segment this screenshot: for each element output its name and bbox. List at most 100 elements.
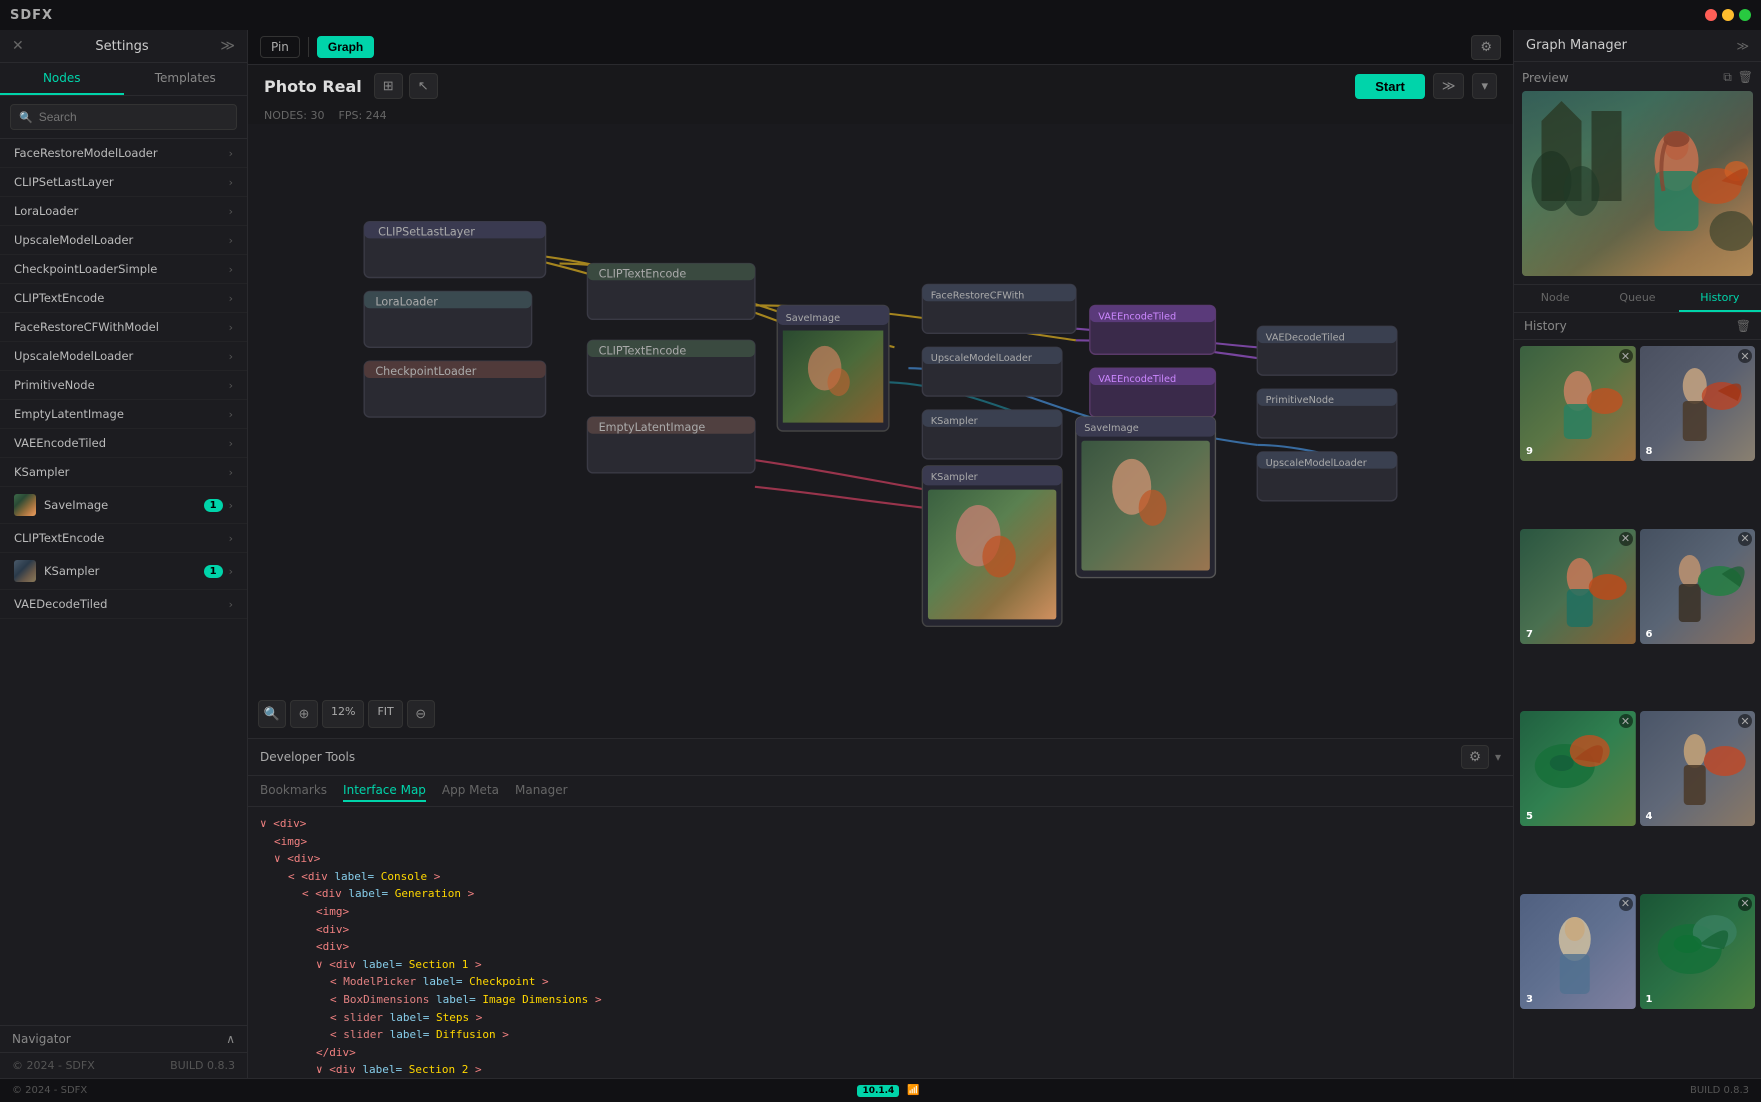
tab-bookmarks[interactable]: Bookmarks: [260, 780, 327, 802]
history-item-close-icon[interactable]: ✕: [1738, 714, 1752, 728]
tab-queue[interactable]: Queue: [1596, 285, 1678, 312]
zoom-in-button[interactable]: ⊕: [290, 700, 318, 728]
settings-icon-btn[interactable]: ⚙: [1471, 35, 1501, 60]
list-item[interactable]: CheckpointLoaderSimple ›: [0, 255, 247, 284]
chevron-right-icon: ›: [229, 532, 233, 545]
list-item[interactable]: VAEEncodeTiled ›: [0, 429, 247, 458]
history-item[interactable]: 8 ✕: [1640, 346, 1756, 461]
list-item[interactable]: VAEDecodeTiled ›: [0, 590, 247, 619]
developer-tools: Developer Tools ⚙ ▾ Bookmarks Interface …: [248, 738, 1513, 1078]
list-item[interactable]: KSampler ›: [0, 458, 247, 487]
navigator-section: Navigator ∧: [0, 1025, 247, 1052]
canvas-container[interactable]: CLIPSetLastLayer LoraLoader CheckpointLo…: [248, 124, 1513, 738]
list-item-ksampler[interactable]: KSampler 1 ›: [0, 553, 247, 590]
sidebar-title: Settings: [95, 39, 148, 54]
version-text: BUILD 0.8.3: [170, 1059, 235, 1072]
history-item[interactable]: 3 ✕: [1520, 894, 1636, 1009]
expand-button[interactable]: ▾: [1472, 73, 1497, 99]
list-item[interactable]: CLIPTextEncode ›: [0, 284, 247, 313]
preview-label: Preview ⧉ 🗑: [1522, 70, 1753, 85]
app-logo: SDFX: [10, 8, 53, 23]
toolbar-separator: [308, 37, 309, 57]
tab-interface-map[interactable]: Interface Map: [343, 780, 426, 802]
history-item-close-icon[interactable]: ✕: [1738, 532, 1752, 546]
history-item[interactable]: 7 ✕: [1520, 529, 1636, 644]
tab-nodes[interactable]: Nodes: [0, 63, 124, 95]
chevron-right-icon: ›: [229, 321, 233, 334]
wifi-icon: 📶: [907, 1085, 919, 1096]
svg-text:CLIPTextEncode: CLIPTextEncode: [599, 344, 687, 357]
list-item-saveimage[interactable]: SaveImage 1 ›: [0, 487, 247, 524]
center-area: Pin Graph ⚙ Photo Real ⊞ ↖ Start ≫ ▾: [248, 30, 1513, 1078]
list-item[interactable]: FaceRestoreModelLoader ›: [0, 139, 247, 168]
navigator-collapse-icon[interactable]: ∧: [226, 1032, 235, 1046]
search-icon: 🔍: [19, 111, 33, 124]
fit-view-button[interactable]: ⊞: [374, 73, 403, 99]
top-bar: SDFX: [0, 0, 1761, 30]
chevron-right-icon: ›: [229, 408, 233, 421]
history-item-close-icon[interactable]: ✕: [1619, 349, 1633, 363]
graph-tab[interactable]: Graph: [317, 36, 374, 58]
search-graph-button[interactable]: 🔍: [258, 700, 286, 728]
devtools-tabs: Bookmarks Interface Map App Meta Manager: [248, 776, 1513, 807]
devtools-collapse-icon[interactable]: ▾: [1495, 750, 1501, 764]
history-item[interactable]: 5 ✕: [1520, 711, 1636, 826]
list-item[interactable]: UpscaleModelLoader ›: [0, 226, 247, 255]
chevron-right-icon: ›: [229, 147, 233, 160]
traffic-light-yellow[interactable]: [1722, 9, 1734, 21]
bottom-bar: © 2024 - SDFX 10.1.4 📶 BUILD 0.8.3: [0, 1078, 1761, 1102]
tab-templates[interactable]: Templates: [124, 63, 248, 95]
copyright-footer: © 2024 - SDFX: [12, 1085, 87, 1096]
list-item[interactable]: UpscaleModelLoader ›: [0, 342, 247, 371]
chevron-right-icon: ›: [229, 350, 233, 363]
history-item-close-icon[interactable]: ✕: [1738, 349, 1752, 363]
preview-trash-icon[interactable]: 🗑: [1738, 70, 1753, 85]
history-item-close-icon[interactable]: ✕: [1619, 532, 1633, 546]
tab-manager[interactable]: Manager: [515, 780, 568, 802]
svg-text:KSampler: KSampler: [931, 416, 979, 427]
cursor-button[interactable]: ↖: [409, 73, 438, 99]
svg-text:PrimitiveNode: PrimitiveNode: [1266, 395, 1334, 406]
list-item[interactable]: LoraLoader ›: [0, 197, 247, 226]
forward-button[interactable]: ≫: [1433, 73, 1465, 99]
svg-text:CLIPSetLastLayer: CLIPSetLastLayer: [378, 226, 475, 239]
list-item[interactable]: CLIPSetLastLayer ›: [0, 168, 247, 197]
search-input[interactable]: [39, 110, 228, 124]
tab-history[interactable]: History: [1679, 285, 1761, 312]
svg-text:KSampler: KSampler: [931, 472, 979, 483]
traffic-light-green[interactable]: [1739, 9, 1751, 21]
list-item[interactable]: EmptyLatentImage ›: [0, 400, 247, 429]
list-item[interactable]: PrimitiveNode ›: [0, 371, 247, 400]
list-item[interactable]: FaceRestoreCFWithModel ›: [0, 313, 247, 342]
history-item[interactable]: 6 ✕: [1640, 529, 1756, 644]
build-version: BUILD 0.8.3: [1690, 1085, 1749, 1096]
devtools-settings-button[interactable]: ⚙: [1461, 745, 1489, 769]
pin-tab[interactable]: Pin: [260, 36, 300, 58]
traffic-light-red[interactable]: [1705, 9, 1717, 21]
history-item[interactable]: 1 ✕: [1640, 894, 1756, 1009]
history-item[interactable]: 9 ✕: [1520, 346, 1636, 461]
chevron-right-icon: ›: [229, 205, 233, 218]
list-item[interactable]: CLIPTextEncode ›: [0, 524, 247, 553]
history-item-close-icon[interactable]: ✕: [1619, 897, 1633, 911]
graph-area: Photo Real ⊞ ↖ Start ≫ ▾ NODES: 30 FPS: …: [248, 65, 1513, 1078]
zoom-out-button[interactable]: ⊖: [407, 700, 435, 728]
tab-app-meta[interactable]: App Meta: [442, 780, 499, 802]
zoom-fit-button[interactable]: FIT: [368, 700, 402, 728]
preview-copy-icon[interactable]: ⧉: [1723, 70, 1732, 85]
right-panel-expand-icon[interactable]: ≫: [1736, 39, 1749, 53]
traffic-lights: [1705, 9, 1751, 21]
version-badge: 10.1.4: [857, 1085, 899, 1097]
history-panel: Node Queue History History 🗑: [1514, 285, 1761, 1078]
history-item-close-icon[interactable]: ✕: [1619, 714, 1633, 728]
right-panel-title: Graph Manager: [1526, 38, 1627, 53]
chevron-right-icon: ›: [229, 176, 233, 189]
start-button[interactable]: Start: [1355, 74, 1425, 99]
graph-header: Photo Real ⊞ ↖ Start ≫ ▾: [248, 65, 1513, 107]
history-item[interactable]: 4 ✕: [1640, 711, 1756, 826]
sidebar-expand-icon[interactable]: ≫: [220, 38, 235, 54]
history-item-close-icon[interactable]: ✕: [1738, 897, 1752, 911]
history-trash-icon[interactable]: 🗑: [1736, 319, 1751, 333]
sidebar-close-icon[interactable]: ✕: [12, 38, 24, 54]
tab-node[interactable]: Node: [1514, 285, 1596, 312]
